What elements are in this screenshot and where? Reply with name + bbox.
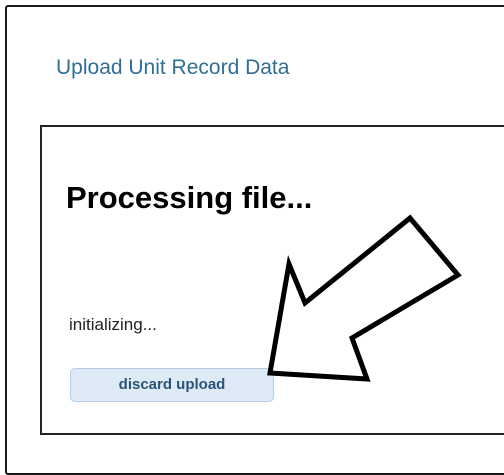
processing-heading: Processing file...: [66, 180, 313, 215]
discard-upload-button[interactable]: discard upload: [70, 368, 274, 402]
status-text: initializing...: [69, 315, 157, 334]
page-title: Upload Unit Record Data: [56, 56, 290, 79]
